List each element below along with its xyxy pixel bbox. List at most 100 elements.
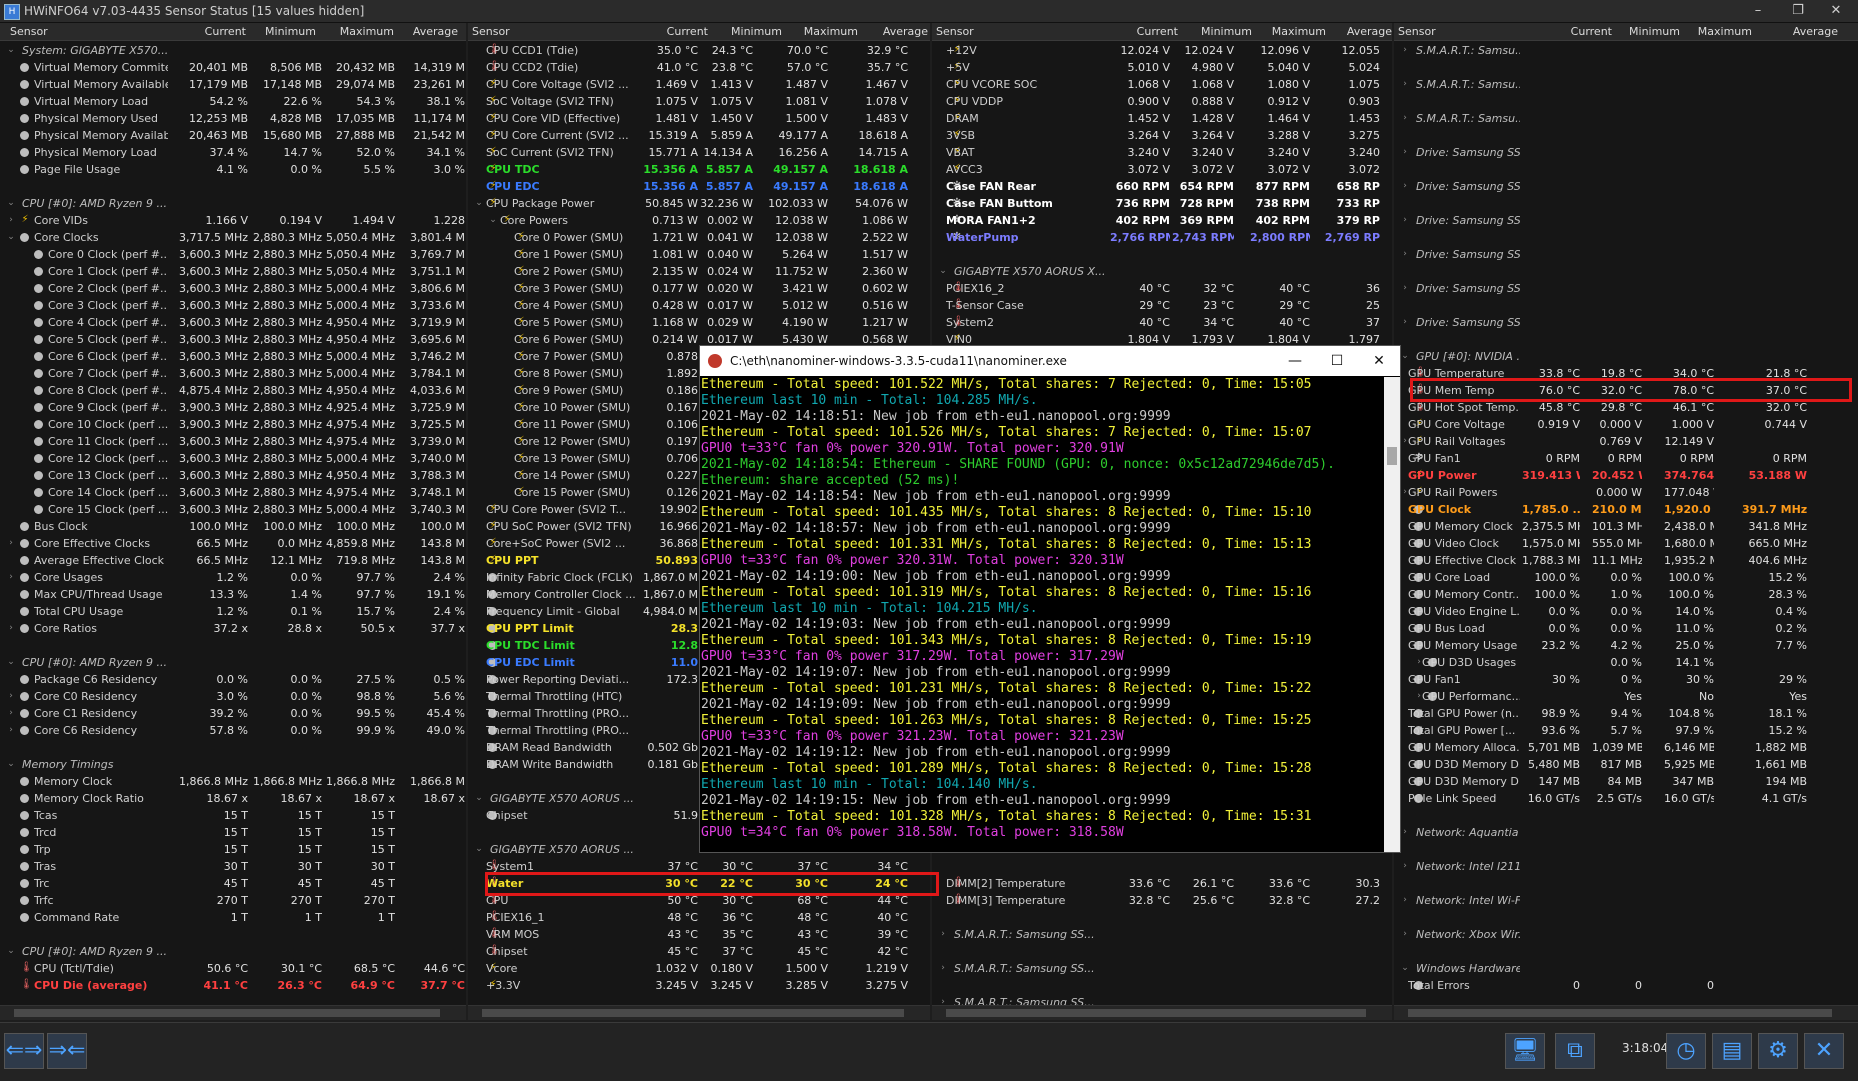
sensor-group-row[interactable]: › S.M.A.R.T.: Samsung SS...: [932, 926, 1392, 943]
header-average[interactable]: Average: [398, 25, 458, 38]
expand-arrow-icon[interactable]: ›: [1400, 895, 1410, 905]
sensor-row[interactable]: › Core C1 Residency 39.2 % 0.0 % 99.5 % 45.4 …: [0, 705, 466, 722]
console-scroll-thumb[interactable]: [1387, 447, 1397, 465]
sensor-row[interactable]: Physical Memory Load 37.4 % 14.7 % 52.0 % 34…: [0, 144, 466, 161]
sensor-row[interactable]: Trc 45 T 45 T 45 T: [0, 875, 466, 892]
expand-arrow-icon[interactable]: ›: [1400, 317, 1410, 327]
sensor-row[interactable]: GPU Clock 1,785.0 ... 210.0 MHz 1,920.0 ...…: [1394, 501, 1858, 518]
sensor-group-row[interactable]: ⌄ GPU [#0]: NVIDIA ...: [1394, 348, 1858, 365]
sensor-row[interactable]: Core 14 Clock (perf ... 3,600.3 MHz 2,880.…: [0, 484, 466, 501]
sensor-row[interactable]: GPU Memory Alloca... 5,701 MB 1,039 MB 6,14…: [1394, 739, 1858, 756]
expand-arrow-icon[interactable]: ›: [1400, 147, 1410, 157]
sensor-row[interactable]: ⚡ Core 0 Power (SMU) 1.721 W 0.041 W 12.038 …: [468, 229, 930, 246]
sensor-row[interactable]: Core 5 Clock (perf #... 3,600.3 MHz 2,880.…: [0, 331, 466, 348]
header-maximum[interactable]: Maximum: [1692, 25, 1752, 38]
sensor-row[interactable]: Core 3 Clock (perf #... 3,600.3 MHz 2,880.…: [0, 297, 466, 314]
collapse-arrow-icon[interactable]: ⌄: [6, 232, 16, 242]
sensor-row[interactable]: ⚡ Core 5 Power (SMU) 1.168 W 0.029 W 4.190 W…: [468, 314, 930, 331]
sensor-row[interactable]: ⚡ AVCC3 3.072 V 3.072 V 3.072 V 3.072: [932, 161, 1392, 178]
expand-arrow-icon[interactable]: ›: [1400, 249, 1410, 259]
sensor-row[interactable]: Memory Clock Ratio 18.67 x 18.67 x 18.67 x 1…: [0, 790, 466, 807]
header-current[interactable]: Current: [1552, 25, 1612, 38]
sensor-group-row[interactable]: › Drive: Samsung SS...: [1394, 246, 1858, 263]
sensor-row[interactable]: GPU Fan1 30 % 0 % 30 % 29 %: [1394, 671, 1858, 688]
column-header[interactable]: Sensor Current Minimum Maximum Average: [1394, 23, 1858, 41]
collapse-arrow-icon[interactable]: ⌄: [6, 657, 16, 667]
sensor-row[interactable]: Tcas 15 T 15 T 15 T: [0, 807, 466, 824]
minimize-button[interactable]: –: [1736, 0, 1780, 22]
scroll-thumb[interactable]: [946, 1009, 1366, 1017]
sensor-row[interactable]: ⌄ ⚡ CPU Package Power 50.845 W 32.236 W 102.0…: [468, 195, 930, 212]
sensor-panel-4[interactable]: Sensor Current Minimum Maximum Average › S.M.A…: [1394, 23, 1858, 1020]
sensor-row[interactable]: Memory Clock 1,866.8 MHz 1,866.8 MHz 1,866.…: [0, 773, 466, 790]
sensor-row[interactable]: Physical Memory Available 20,463 MB 15,680…: [0, 127, 466, 144]
console-scrollbar[interactable]: [1384, 377, 1400, 852]
expand-arrow-icon[interactable]: ›: [6, 572, 16, 582]
sensor-row[interactable]: Trcd 15 T 15 T 15 T: [0, 824, 466, 841]
sensor-row[interactable]: › Core Usages 1.2 % 0.0 % 97.7 % 2.4 %: [0, 569, 466, 586]
sensor-group-row[interactable]: › S.M.A.R.T.: Samsu...: [1394, 42, 1858, 59]
expand-arrow-icon[interactable]: ›: [1400, 45, 1410, 55]
sensor-row[interactable]: Core 11 Clock (perf ... 3,600.3 MHz 2,880.…: [0, 433, 466, 450]
sensor-row[interactable]: ⚡ 3VSB 3.264 V 3.264 V 3.288 V 3.275: [932, 127, 1392, 144]
sensor-row[interactable]: Virtual Memory Available 17,179 MB 17,148 …: [0, 76, 466, 93]
sensor-group-row[interactable]: ⌄ Memory Timings: [0, 756, 466, 773]
collapse-arrow-icon[interactable]: ⌄: [6, 946, 16, 956]
sensor-row[interactable]: Trp 15 T 15 T 15 T: [0, 841, 466, 858]
collapse-arrow-icon[interactable]: ⌄: [6, 198, 16, 208]
sensor-row[interactable]: 🌡 Chipset 45 °C 37 °C 45 °C 42 °C: [468, 943, 930, 960]
sensor-row[interactable]: ⚡ Core 2 Power (SMU) 2.135 W 0.024 W 11.752 …: [468, 263, 930, 280]
sensor-row[interactable]: Package C6 Residency 0.0 % 0.0 % 27.5 % 0.5 …: [0, 671, 466, 688]
sensor-row[interactable]: Core 2 Clock (perf #... 3,600.3 MHz 2,880.…: [0, 280, 466, 297]
sensor-row[interactable]: GPU D3D Memory D... 147 MB 84 MB 347 MB 194 …: [1394, 773, 1858, 790]
scroll-thumb[interactable]: [482, 1009, 904, 1017]
sensor-row[interactable]: ⌄ ⚡ Core Powers 0.713 W 0.002 W 12.038 W 1.086…: [468, 212, 930, 229]
header-minimum[interactable]: Minimum: [722, 25, 782, 38]
exit-icon[interactable]: ✕: [1804, 1033, 1844, 1069]
sensor-group-row[interactable]: ⌄ CPU [#0]: AMD Ryzen 9 ...: [0, 654, 466, 671]
sensor-group-row[interactable]: › Drive: Samsung SS...: [1394, 178, 1858, 195]
expand-arrow-icon[interactable]: ›: [6, 538, 16, 548]
sensor-row[interactable]: Command Rate 1 T 1 T 1 T: [0, 909, 466, 926]
sensor-row[interactable]: 🌡 GPU Temperature 33.8 °C 19.8 °C 34.0 °C 21.…: [1394, 365, 1858, 382]
sensor-row[interactable]: ⚡ Core 1 Power (SMU) 1.081 W 0.040 W 5.264 W…: [468, 246, 930, 263]
sensor-row[interactable]: Virtual Memory Commited 20,401 MB 8,506 MB…: [0, 59, 466, 76]
console-maximize-button[interactable]: ☐: [1317, 350, 1357, 372]
expand-arrow-icon[interactable]: ›: [1400, 181, 1410, 191]
sensor-row[interactable]: Core 12 Clock (perf ... 3,600.3 MHz 2,880.…: [0, 450, 466, 467]
sensor-row[interactable]: ⚡ +12V 12.024 V 12.024 V 12.096 V 12.055: [932, 42, 1392, 59]
sensor-row[interactable]: 🌡 Water 30 °C 22 °C 30 °C 24 °C: [468, 875, 930, 892]
sensor-row[interactable]: ⚡ CPU TDC 15.356 A 5.857 A 49.157 A 18.618 A: [468, 161, 930, 178]
sensor-group-row[interactable]: › Drive: Samsung SS...: [1394, 314, 1858, 331]
sensor-row[interactable]: 🌡 CPU Die (average) 41.1 °C 26.3 °C 64.9 °C 3…: [0, 977, 466, 994]
sensor-row[interactable]: Physical Memory Used 12,253 MB 4,828 MB 17,…: [0, 110, 466, 127]
sensor-group-row[interactable]: ⌄ CPU [#0]: AMD Ryzen 9 ...: [0, 195, 466, 212]
settings-gear-icon[interactable]: ⚙: [1758, 1033, 1798, 1069]
sensor-row[interactable]: ⚡ Vcore 1.032 V 0.180 V 1.500 V 1.219 V: [468, 960, 930, 977]
sensor-row[interactable]: PCIe Link Speed 16.0 GT/s 2.5 GT/s 16.0 GT/…: [1394, 790, 1858, 807]
sensor-row[interactable]: GPU Video Engine L... 0.0 % 0.0 % 14.0 % 0.4…: [1394, 603, 1858, 620]
collapse-arrow-icon[interactable]: ⌄: [938, 266, 948, 276]
collapse-arrow-icon[interactable]: ⌄: [488, 215, 498, 225]
sensor-row[interactable]: Core 8 Clock (perf #... 4,875.4 MHz 2,880.…: [0, 382, 466, 399]
sensor-row[interactable]: 🌡 GPU Hot Spot Temp... 45.8 °C 29.8 °C 46.1 …: [1394, 399, 1858, 416]
sensor-row[interactable]: Total Errors 0 0 0: [1394, 977, 1858, 994]
sensor-row[interactable]: Core 10 Clock (perf ... 3,900.3 MHz 2,880.…: [0, 416, 466, 433]
sensor-row[interactable]: Core 13 Clock (perf ... 3,600.3 MHz 2,880.…: [0, 467, 466, 484]
sensor-row[interactable]: ⚡ CPU VDDP 0.900 V 0.888 V 0.912 V 0.903: [932, 93, 1392, 110]
sensor-row[interactable]: › Core Effective Clocks 66.5 MHz 0.0 MHz 4,8…: [0, 535, 466, 552]
scroll-thumb[interactable]: [1408, 1009, 1832, 1017]
sensor-group-row[interactable]: › Network: Intel I211...: [1394, 858, 1858, 875]
sensor-row[interactable]: › ⚡ GPU Rail Voltages 0.769 V 12.149 V: [1394, 433, 1858, 450]
header-sensor[interactable]: Sensor: [936, 25, 974, 38]
horizontal-scrollbar[interactable]: [1394, 1005, 1858, 1020]
sensor-group-row[interactable]: ⌄ System: GIGABYTE X570...: [0, 42, 466, 59]
expand-arrow-icon[interactable]: ›: [6, 623, 16, 633]
sensor-group-row[interactable]: › S.M.A.R.T.: Samsu...: [1394, 76, 1858, 93]
monitor-icon[interactable]: 🖥: [1505, 1033, 1545, 1069]
sensor-row[interactable]: Average Effective Clock 66.5 MHz 12.1 MHz 7…: [0, 552, 466, 569]
sensor-row[interactable]: 🌡 System1 37 °C 30 °C 37 °C 34 °C: [468, 858, 930, 875]
sensor-row[interactable]: › Core C6 Residency 57.8 % 0.0 % 99.9 % 49.0 …: [0, 722, 466, 739]
navigate-back-icon[interactable]: ⇐⇒: [4, 1033, 44, 1069]
collapse-arrow-icon[interactable]: ⌄: [1400, 963, 1410, 973]
